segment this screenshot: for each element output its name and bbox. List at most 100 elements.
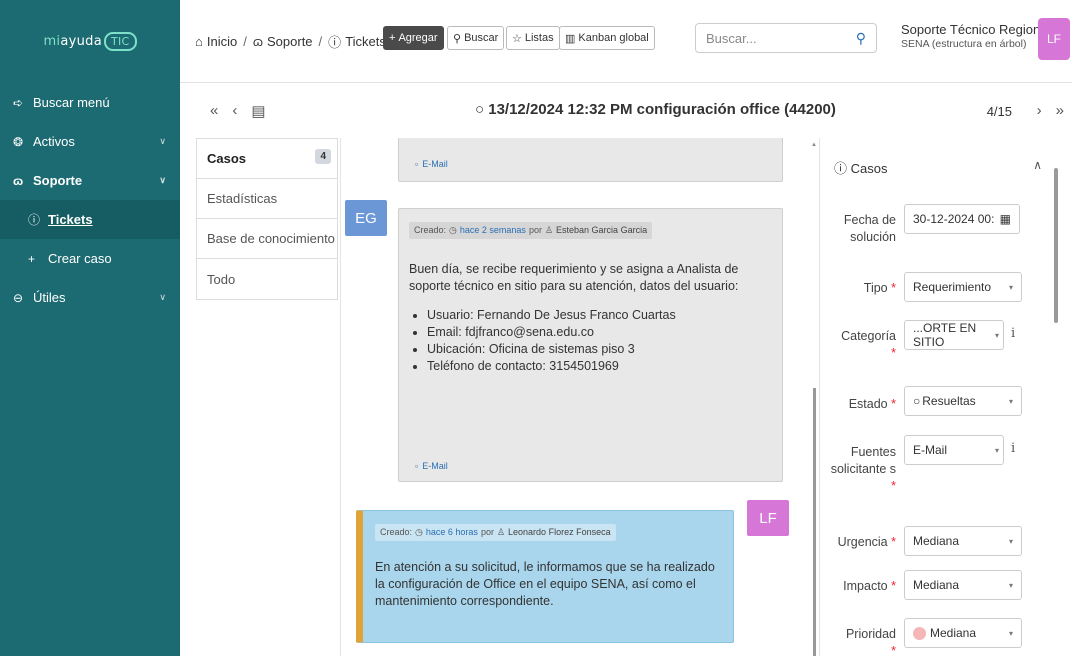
timeline-item-followup: Creado: ◷ hace 6 horas por ♙ Leonardo Fl… xyxy=(356,510,734,643)
sidebar-item-label: Crear caso xyxy=(48,251,112,266)
chevron-down-icon: ∨ xyxy=(159,136,166,146)
calendar-icon[interactable]: ▦ xyxy=(1000,212,1011,226)
urgencia-select[interactable]: Mediana ▾ xyxy=(904,526,1022,556)
timeline-item: ▫ E-Mail xyxy=(398,138,783,182)
add-button[interactable]: + Agregar xyxy=(383,26,444,50)
sidebar-item-soporte[interactable]: ɷ Soporte ∨ xyxy=(0,161,180,200)
search-input[interactable]: Buscar... ⚲ xyxy=(695,23,877,53)
sidebar-item-buscar-menu[interactable]: ➪ Buscar menú xyxy=(0,83,180,122)
tab-todo[interactable]: Todo xyxy=(197,259,337,299)
prioridad-select[interactable]: Mediana ▾ xyxy=(904,618,1022,648)
last-page-icon[interactable]: » xyxy=(1056,102,1064,119)
list-item: Usuario: Fernando De Jesus Franco Cuarta… xyxy=(427,307,777,324)
box-icon: ❂ xyxy=(13,134,24,149)
ticket-position: 4/15 xyxy=(986,104,1012,119)
categoria-select[interactable]: ...ORTE EN SITIO ▾ xyxy=(904,320,1004,350)
ticket-properties-panel: ⓘ Casos ∧ Fecha de solución 30-12-2024 0… xyxy=(822,138,1060,656)
list-icon[interactable]: ▤ xyxy=(251,102,265,120)
field-value: Mediana xyxy=(930,626,977,640)
status-solved-icon: ○ xyxy=(913,394,921,408)
sidebar-item-activos[interactable]: ❂ Activos ∨ xyxy=(0,122,180,161)
created-time[interactable]: hace 6 horas xyxy=(426,527,478,537)
breadcrumb-inicio[interactable]: Inicio xyxy=(207,34,237,49)
chevron-down-icon: ▾ xyxy=(1008,581,1013,590)
field-label-fecha: Fecha de solución xyxy=(826,212,896,246)
breadcrumb-tickets[interactable]: Tickets xyxy=(345,34,386,49)
info-icon[interactable]: i xyxy=(1011,441,1015,456)
priority-dot xyxy=(913,626,926,640)
tab-base-de-conocimiento[interactable]: Base de conocimiento xyxy=(197,219,337,259)
list-item: Ubicación: Oficina de sistemas piso 3 xyxy=(427,341,777,358)
label-text: Urgencia xyxy=(837,535,888,549)
email-source-link[interactable]: ▫ E-Mail xyxy=(415,461,448,471)
tab-casos[interactable]: Casos 4 xyxy=(197,139,337,179)
logo-tic: TIC xyxy=(103,32,137,51)
breadcrumb-separator: / xyxy=(243,34,247,49)
sidebar-item-utiles[interactable]: ⊖ Útiles ∨ xyxy=(0,278,180,317)
clock-icon: ◷ xyxy=(415,526,423,537)
prev-page-icon[interactable]: ‹ xyxy=(232,102,237,120)
email-source-link[interactable]: ▫ E-Mail xyxy=(415,159,448,169)
chevron-down-icon: ▾ xyxy=(994,331,999,340)
email-source-label: E-Mail xyxy=(422,461,448,471)
sidebar-item-crear-caso[interactable]: + Crear caso xyxy=(0,239,180,278)
author-name[interactable]: Leonardo Florez Fonseca xyxy=(508,527,611,537)
chevron-down-icon: ▾ xyxy=(1008,537,1013,546)
ticket-nav-right: › » xyxy=(1037,102,1064,119)
top-bar: ⌂ Inicio / ɷ Soporte / ⓘ Tickets + Agreg… xyxy=(180,0,1072,83)
list-item: Teléfono de contacto: 3154501969 xyxy=(427,358,777,375)
tipo-select[interactable]: Requerimiento ▾ xyxy=(904,272,1022,302)
user-avatar[interactable]: LF xyxy=(1038,18,1070,60)
search-button[interactable]: ⚲ Buscar xyxy=(447,26,505,50)
lists-button[interactable]: ☆ Listas xyxy=(506,26,560,50)
ticket-icon: ⓘ xyxy=(328,35,342,50)
headset-icon: ɷ xyxy=(252,34,263,49)
label-text: Tipo xyxy=(863,281,888,295)
search-icon[interactable]: ⚲ xyxy=(856,30,866,47)
ticket-icon: ⓘ xyxy=(28,213,41,227)
breadcrumb-soporte[interactable]: Soporte xyxy=(267,34,313,49)
estado-select[interactable]: ○ Resueltas ▾ xyxy=(904,386,1022,416)
logo-prefix: mi xyxy=(43,34,61,49)
ticket-timeline[interactable]: ▫ E-Mail EG Creado: ◷ hace 2 semanas por… xyxy=(340,138,820,656)
fuentes-select[interactable]: E-Mail ▾ xyxy=(904,435,1004,465)
item-body: En atención a su solicitud, le informamo… xyxy=(375,560,715,608)
kanban-button[interactable]: ▥ Kanban global xyxy=(559,26,655,50)
panel-scrollbar[interactable] xyxy=(1054,168,1058,323)
field-value: 30-12-2024 00: xyxy=(913,212,995,226)
ticket-tabs: Casos 4 Estadísticas Base de conocimient… xyxy=(196,138,338,300)
chevron-up-icon[interactable]: ∧ xyxy=(1033,158,1042,172)
field-value: ...ORTE EN SITIO xyxy=(913,321,977,349)
email-source-label: E-Mail xyxy=(422,159,448,169)
first-page-icon[interactable]: « xyxy=(210,102,218,120)
created-time[interactable]: hace 2 semanas xyxy=(460,225,526,235)
field-label-estado: Estado * xyxy=(848,397,896,411)
tab-estadisticas[interactable]: Estadísticas xyxy=(197,179,337,219)
timeline-scrollbar[interactable] xyxy=(813,388,816,656)
info-icon[interactable]: i xyxy=(1011,326,1015,341)
ticket-title-text: 13/12/2024 12:32 PM configuración office… xyxy=(488,101,836,118)
created-label: Creado: xyxy=(414,225,447,235)
logo-mid: ayuda xyxy=(60,34,102,49)
panel-header[interactable]: ⓘ Casos xyxy=(834,158,888,177)
by-label: por xyxy=(528,225,542,235)
sidebar-item-label: Activos xyxy=(33,134,75,149)
fecha-solucion-input[interactable]: 30-12-2024 00: ▦ xyxy=(904,204,1020,234)
scroll-up-icon[interactable]: ▲ xyxy=(811,142,817,148)
tab-label: Casos xyxy=(207,151,247,166)
headset-icon: ɷ xyxy=(13,173,24,188)
impacto-select[interactable]: Mediana ▾ xyxy=(904,570,1022,600)
user-initials: LF xyxy=(1046,32,1061,46)
author-name[interactable]: Esteban Garcia Garcia xyxy=(556,225,647,235)
field-label-categoria: Categoría * xyxy=(841,329,896,360)
list-item: Email: fdjfranco@sena.edu.co xyxy=(427,324,777,341)
sidebar-item-tickets[interactable]: ⓘ Tickets xyxy=(0,200,180,239)
next-page-icon[interactable]: › xyxy=(1037,102,1042,119)
sidebar-item-label: Tickets xyxy=(48,212,93,227)
app-logo[interactable]: mi ayuda TIC xyxy=(43,32,137,51)
lists-button-label: Listas xyxy=(524,32,554,44)
item-content: En atención a su solicitud, le informamo… xyxy=(375,559,720,610)
search-button-label: Buscar xyxy=(464,32,499,44)
avatar-initials: EG xyxy=(355,209,377,227)
field-label-impacto: Impacto * xyxy=(843,579,896,593)
